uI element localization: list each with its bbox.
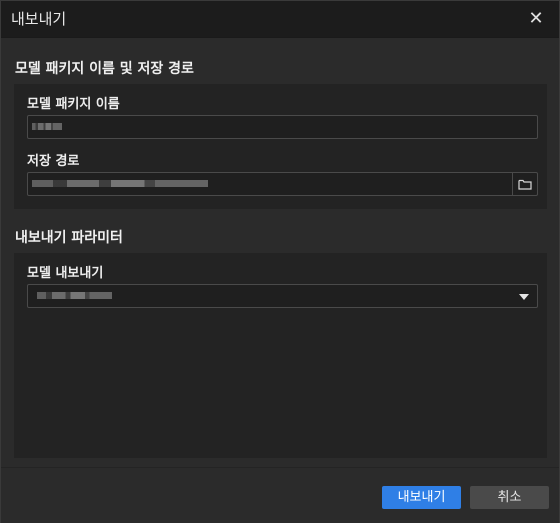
caret-down-icon[interactable] [519, 294, 529, 300]
cancel-button[interactable]: 취소 [470, 486, 549, 509]
save-path-input[interactable] [27, 172, 538, 196]
export-dialog: 내보내기 ✕ 모델 패키지 이름 및 저장 경로 모델 패키지 이름 저장 경로… [0, 0, 560, 523]
folder-icon [518, 179, 532, 190]
model-export-label: 모델 내보내기 [27, 266, 104, 281]
package-name-label: 모델 패키지 이름 [27, 97, 120, 112]
title-bar: 내보내기 ✕ [1, 1, 559, 38]
redacted-text [32, 123, 62, 130]
package-panel: 모델 패키지 이름 저장 경로 [14, 84, 547, 209]
save-path-label: 저장 경로 [27, 154, 80, 169]
params-panel: 모델 내보내기 [14, 253, 547, 458]
browse-button[interactable] [512, 173, 537, 195]
model-export-select[interactable] [27, 284, 538, 308]
close-icon[interactable]: ✕ [525, 8, 547, 30]
dialog-title: 내보내기 [11, 10, 67, 28]
package-section-title: 모델 패키지 이름 및 저장 경로 [15, 61, 194, 77]
redacted-text [32, 180, 208, 187]
redacted-text [37, 292, 112, 299]
params-section-title: 내보내기 파라미터 [15, 230, 123, 246]
export-button[interactable]: 내보내기 [382, 486, 461, 509]
package-name-input[interactable] [27, 115, 538, 139]
